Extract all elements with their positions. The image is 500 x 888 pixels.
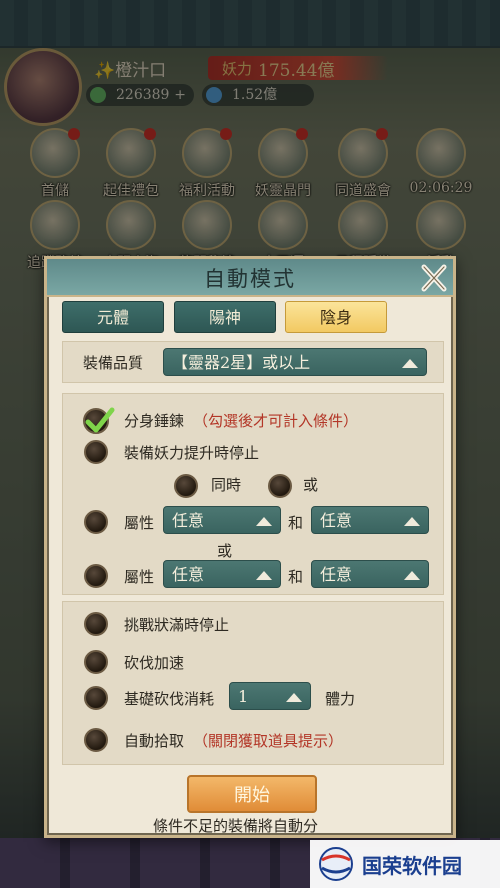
tab-yangshen[interactable]: 陽神 [174, 301, 276, 333]
same-time-label: 同時 [211, 476, 242, 494]
caret-up-icon [256, 571, 272, 580]
options-panel: 挑戰狀滿時停止 砍伐加速 基礎砍伐消耗 1 體力 自動拾取 （關閉獲取道具提示） [62, 601, 444, 765]
clone-smelting-note: （勾選後才可計入條件） [193, 412, 359, 430]
auto-pickup-radio[interactable] [84, 728, 108, 752]
attribute-1-label: 屬性 [124, 514, 155, 532]
base-cost-select[interactable]: 1 [229, 682, 311, 710]
either-label: 或 [303, 476, 319, 494]
caret-up-icon [404, 571, 420, 580]
quality-label: 裝備品質 [83, 354, 144, 372]
speed-up-label: 砍伐加速 [124, 654, 185, 672]
speed-up-radio[interactable] [84, 650, 108, 674]
tab-yinshen[interactable]: 陰身 [285, 301, 387, 333]
dialog-header: 自動模式 [47, 259, 453, 297]
clone-smelting-label: 分身錘鍊 [124, 412, 185, 430]
attribute-1-radio[interactable] [84, 510, 108, 534]
dialog-title: 自動模式 [204, 267, 296, 291]
attribute-2-label: 屬性 [124, 568, 155, 586]
or-separator: 或 [217, 542, 233, 560]
close-button[interactable] [419, 261, 449, 293]
caret-up-icon [286, 693, 302, 702]
stop-on-challenge-label: 挑戰狀滿時停止 [124, 616, 230, 634]
caret-up-icon [256, 517, 272, 526]
tab-yuanti[interactable]: 元體 [62, 301, 164, 333]
stamina-label: 體力 [325, 690, 356, 708]
caret-up-icon [402, 359, 418, 368]
attribute-2b-select[interactable]: 任意 [311, 560, 429, 588]
caret-up-icon [404, 517, 420, 526]
watermark: 国荣软件园 [310, 840, 500, 888]
attribute-1a-select[interactable]: 任意 [163, 506, 281, 534]
auto-mode-dialog: 自動模式 元體 陽神 陰身 裝備品質 【靈器2星】或以上 分身錘鍊 （勾選後才可… [44, 256, 456, 838]
start-button[interactable]: 開始 [187, 775, 317, 813]
same-time-radio[interactable] [174, 474, 198, 498]
and-label-2: 和 [288, 568, 304, 586]
attribute-2-radio[interactable] [84, 564, 108, 588]
quality-panel: 裝備品質 【靈器2星】或以上 [62, 341, 444, 383]
stop-on-power-label: 裝備妖力提升時停止 [124, 444, 260, 462]
watermark-text: 国荣软件园 [362, 854, 462, 878]
auto-pickup-label: 自動拾取 [124, 732, 185, 750]
stop-on-challenge-radio[interactable] [84, 612, 108, 636]
stop-on-power-radio[interactable] [84, 440, 108, 464]
footer-note: 條件不足的裝備將自動分 [153, 817, 319, 835]
close-icon [421, 264, 447, 292]
quality-select[interactable]: 【靈器2星】或以上 [163, 348, 427, 376]
checkmark-icon [85, 407, 115, 433]
watermark-logo-icon [319, 847, 353, 881]
base-cost-radio[interactable] [84, 686, 108, 710]
auto-pickup-note: （關閉獲取道具提示） [193, 732, 344, 750]
and-label: 和 [288, 514, 304, 532]
either-radio[interactable] [268, 474, 292, 498]
clone-smelting-checkbox[interactable] [83, 407, 115, 434]
attribute-2a-select[interactable]: 任意 [163, 560, 281, 588]
quality-select-value: 【靈器2星】或以上 [172, 353, 311, 372]
conditions-panel: 分身錘鍊 （勾選後才可計入條件） 裝備妖力提升時停止 同時 或 屬性 任意 和 … [62, 393, 444, 595]
attribute-1b-select[interactable]: 任意 [311, 506, 429, 534]
base-cost-label: 基礎砍伐消耗 [124, 690, 215, 708]
